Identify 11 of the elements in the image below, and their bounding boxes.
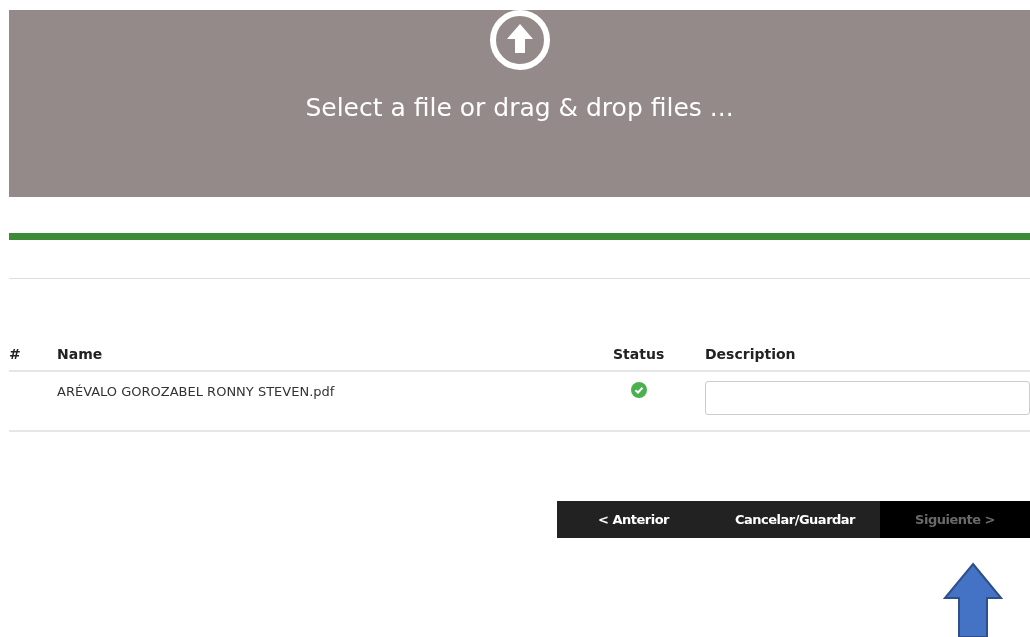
nav-button[interactable]: Cancelar/Guardar [710, 501, 880, 538]
column-header: Description [705, 345, 797, 362]
arrow-icon [943, 562, 1003, 637]
dropzone-label: Select a file or drag & drop files ... [305, 93, 734, 122]
description-field[interactable] [705, 381, 1030, 415]
column-header: # [9, 345, 22, 362]
file-name: ARÉVALO GOROZABEL RONNY STEVEN.pdf [57, 383, 336, 399]
nav-button[interactable]: < Anterior [557, 501, 710, 538]
column-header: Status [613, 345, 666, 362]
column-header: Name [57, 345, 104, 362]
upload-icon [488, 9, 551, 71]
